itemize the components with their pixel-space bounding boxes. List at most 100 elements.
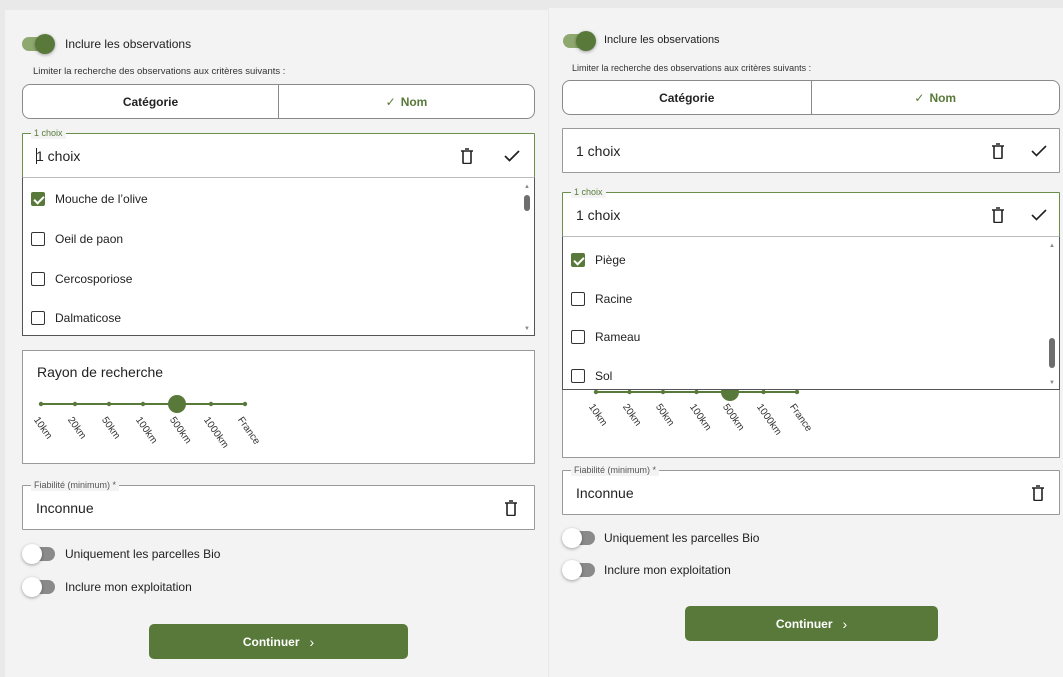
check-icon[interactable] [1028, 204, 1050, 226]
checkbox[interactable] [571, 369, 585, 383]
list-item-label: Mouche de l’olive [55, 192, 148, 206]
segment-category[interactable]: Catégorie [563, 81, 811, 114]
slider-tick[interactable] [38, 401, 44, 407]
slider-tick[interactable] [627, 389, 632, 395]
list-item-label: Dalmaticose [55, 311, 122, 325]
chevron-right-icon: › [842, 615, 848, 632]
slider-tick[interactable] [660, 389, 666, 395]
segment-name[interactable]: ✓ Nom [810, 81, 1060, 114]
field-value: 1 choix [576, 207, 621, 223]
limit-caption: Limiter la recherche des observations au… [572, 63, 812, 73]
include-observations-toggle[interactable] [563, 31, 596, 51]
trash-icon[interactable] [988, 205, 1008, 225]
limit-caption: Limiter la recherche des observations au… [33, 66, 286, 77]
continue-button[interactable]: Continuer › [685, 606, 938, 641]
list-item-label: Oeil de paon [55, 232, 124, 246]
segment-category-label: Catégorie [659, 90, 715, 105]
reliability-field[interactable]: Fiabilité (minimum) * Inconnue [562, 465, 1060, 515]
check-icon[interactable] [501, 145, 523, 167]
slider-tick[interactable] [242, 401, 248, 407]
checkbox[interactable] [31, 192, 45, 206]
scroll-thumb[interactable] [1049, 338, 1055, 368]
slider-tick[interactable] [761, 389, 766, 395]
bio-only-toggle[interactable] [562, 528, 595, 548]
slider-tick[interactable] [140, 401, 146, 407]
continue-button[interactable]: Continuer › [149, 624, 408, 659]
include-observations-toggle[interactable] [22, 34, 55, 54]
slider-tick[interactable] [72, 401, 78, 407]
checkbox[interactable] [31, 311, 45, 325]
check-icon[interactable] [1028, 140, 1050, 162]
list-item[interactable]: Sol [571, 369, 612, 383]
name-options-list: Piège Racine Rameau Sol ▲ ▼ [562, 236, 1060, 390]
list-item[interactable]: Cercosporiose [31, 272, 132, 286]
slider-tick[interactable] [794, 389, 800, 395]
checkbox[interactable] [571, 292, 585, 306]
bio-only-toggle[interactable] [22, 544, 55, 564]
continue-label: Continuer [242, 634, 300, 649]
include-observations-label: Inclure les observations [65, 37, 192, 51]
bio-only-label: Uniquement les parcelles Bio [604, 531, 760, 545]
checkbox[interactable] [31, 272, 45, 286]
field-legend: Fiabilité (minimum) * [571, 465, 660, 476]
segment-name[interactable]: ✓ Nom [278, 85, 534, 118]
trash-icon[interactable] [457, 146, 477, 166]
name-options-list: Mouche de l’olive Oeil de paon Cercospor… [22, 177, 535, 336]
include-farm-toggle[interactable] [22, 577, 55, 597]
slider-tick[interactable] [694, 389, 699, 395]
segment-category-label: Catégorie [122, 94, 179, 109]
checkbox[interactable] [571, 330, 585, 344]
trash-icon[interactable] [501, 498, 521, 518]
list-item-label: Rameau [595, 330, 641, 344]
text-caret [36, 148, 37, 164]
scroll-up-icon[interactable]: ▲ [1047, 242, 1057, 250]
list-item[interactable]: Rameau [571, 330, 640, 344]
field-value: 1 choix [576, 143, 621, 159]
field-legend: 1 choix [571, 187, 606, 198]
right-panel: Inclure les observations Limiter la rech… [549, 8, 1063, 677]
segment-category[interactable]: Catégorie [23, 85, 278, 118]
reliability-field[interactable]: Fiabilité (minimum) * Inconnue [22, 480, 535, 530]
radius-slider[interactable] [23, 351, 536, 465]
name-choice-field[interactable]: 1 choix 1 choix [22, 128, 535, 178]
include-farm-toggle[interactable] [562, 560, 595, 580]
list-item-label: Sol [595, 369, 613, 383]
list-item[interactable]: Dalmaticose [31, 311, 121, 325]
slider-tick[interactable] [593, 389, 599, 395]
bio-only-label: Uniquement les parcelles Bio [65, 547, 221, 561]
scroll-up-icon[interactable]: ▲ [522, 183, 532, 191]
category-choice-field[interactable]: 1 choix [562, 128, 1060, 173]
field-value: Inconnue [36, 500, 94, 516]
list-scrollbar[interactable]: ▲ ▼ [1047, 242, 1057, 387]
left-panel: Inclure les observations Limiter la rech… [5, 10, 548, 677]
segment-name-label: Nom [929, 90, 957, 105]
check-icon: ✓ [914, 90, 925, 105]
continue-label: Continuer [775, 616, 833, 631]
trash-icon[interactable] [1028, 483, 1048, 503]
scroll-down-icon[interactable]: ▼ [522, 325, 532, 333]
include-farm-label: Inclure mon exploitation [65, 580, 192, 594]
list-item[interactable]: Piège [571, 253, 626, 267]
field-legend: 1 choix [31, 128, 66, 139]
chevron-right-icon: › [309, 633, 315, 650]
checkbox[interactable] [571, 253, 585, 267]
list-item[interactable]: Racine [571, 292, 632, 306]
check-icon: ✓ [385, 94, 396, 109]
criteria-segmented-control: Catégorie ✓ Nom [22, 84, 535, 119]
slider-tick[interactable] [106, 401, 112, 407]
list-item[interactable]: Oeil de paon [31, 232, 123, 246]
segment-name-label: Nom [400, 94, 428, 109]
checkbox[interactable] [31, 232, 45, 246]
slider-tick[interactable] [208, 401, 214, 407]
list-item-label: Piège [595, 253, 626, 267]
field-value: Inconnue [576, 485, 634, 501]
name-choice-field[interactable]: 1 choix 1 choix [562, 187, 1060, 237]
include-farm-label: Inclure mon exploitation [604, 563, 731, 577]
list-item-label: Racine [595, 292, 633, 306]
list-item[interactable]: Mouche de l’olive [31, 192, 148, 206]
trash-icon[interactable] [988, 141, 1008, 161]
scroll-down-icon[interactable]: ▼ [1047, 379, 1057, 387]
list-scrollbar[interactable]: ▲ ▼ [522, 183, 532, 333]
scroll-thumb[interactable] [524, 195, 530, 211]
slider-thumb[interactable] [168, 395, 186, 413]
